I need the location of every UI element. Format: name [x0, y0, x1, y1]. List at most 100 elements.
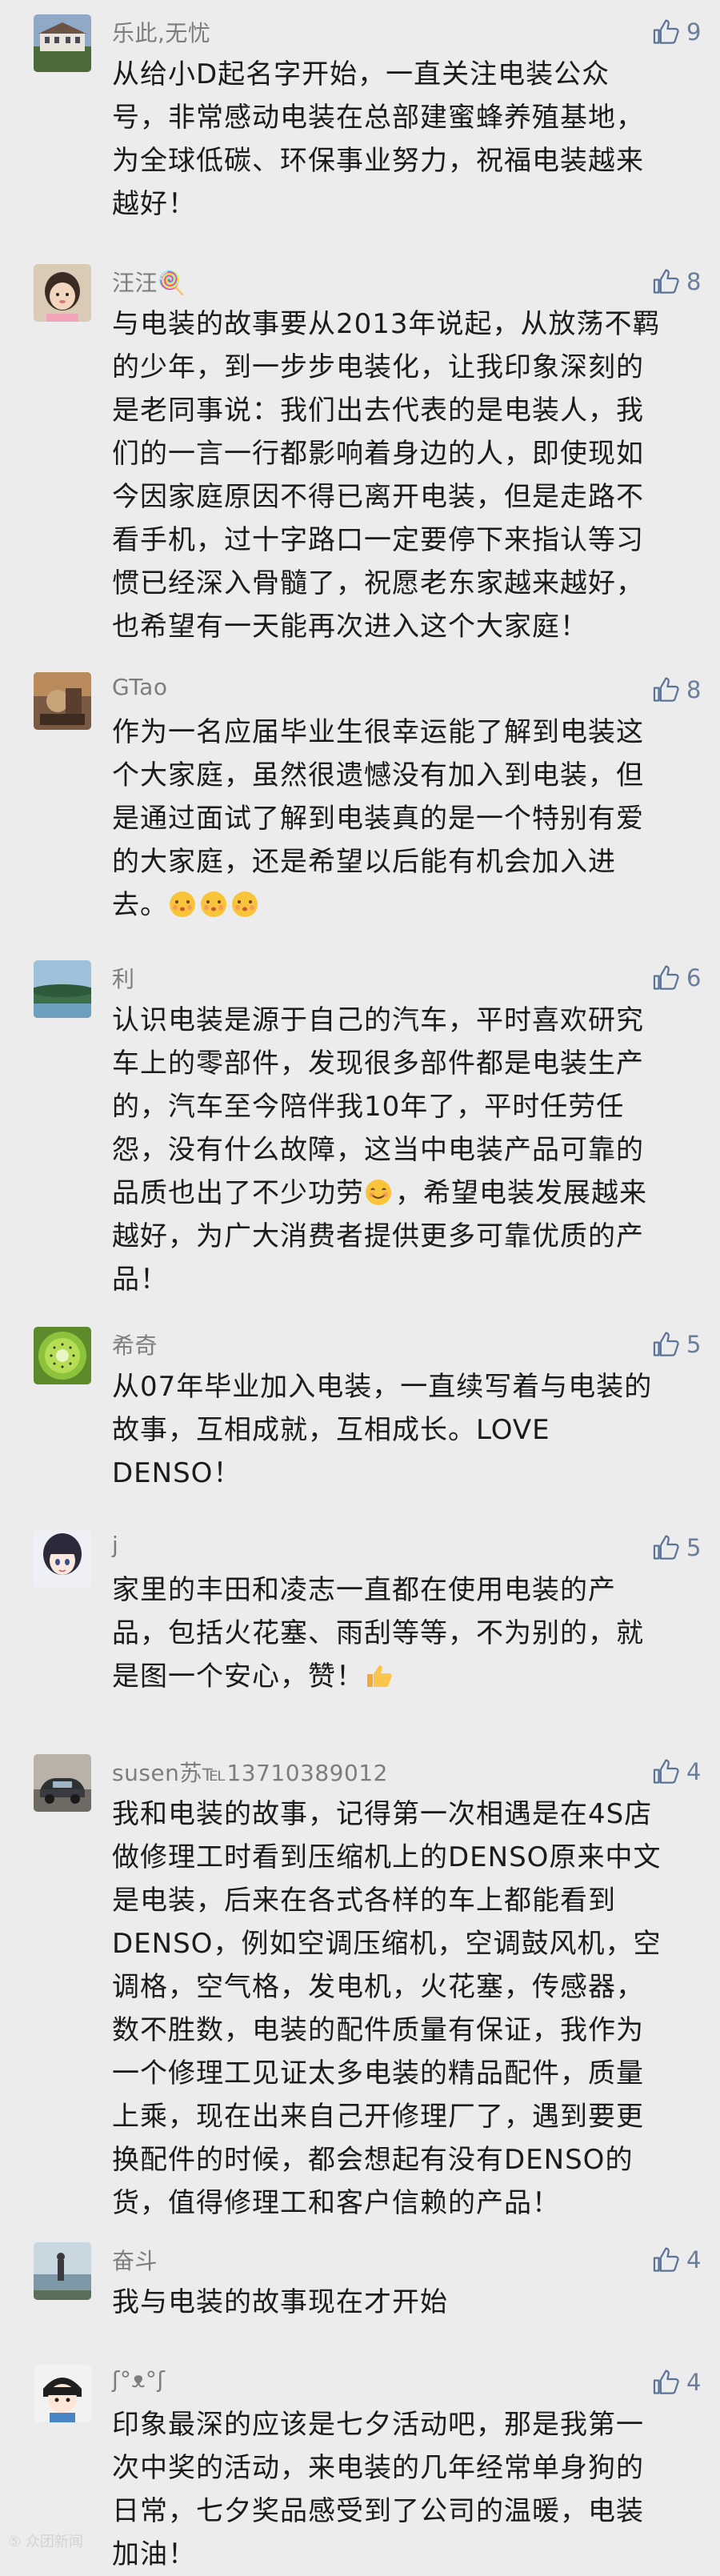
- comment-line: 我与电装的故事现在才开始: [112, 2286, 448, 2318]
- comment-line: 越好！: [112, 188, 196, 220]
- comment-text: 认识电装是源于自己的汽车，平时喜欢研究 车上的零部件，发现很多部件都是电装生产 …: [112, 999, 688, 1301]
- like-count: 5: [686, 1534, 702, 1561]
- building-photo-avatar: [34, 14, 91, 72]
- like-count: 5: [686, 1331, 702, 1358]
- comment-line-with-emoji: 去。: [112, 883, 688, 927]
- comment-text: 我和电装的故事，记得第一次相遇是在4S店 做修理工时看到压缩机上的DENSO原来…: [112, 1793, 688, 2225]
- thumbs-up-icon: [653, 2370, 679, 2394]
- thumbs-up-icon: [653, 269, 679, 294]
- comment-line: 惯已经深入骨髓了，祝愿老东家越来越好，: [112, 567, 644, 599]
- kiwi-avatar: [34, 1327, 91, 1384]
- comment-line: 数不胜数，电装的配件质量有保证，我作为: [112, 2014, 644, 2046]
- comment-text: 与电装的故事要从2013年说起，从放荡不羁 的少年，到一步步电装化，让我印象深刻…: [112, 302, 688, 648]
- comment-line: 调格，空气格，发电机，火花塞，传感器，: [112, 1971, 644, 2003]
- smiling-face-emoji-icon: [366, 1180, 391, 1205]
- thumbs-up-icon: [653, 1759, 679, 1784]
- like-button[interactable]: 5: [651, 1532, 704, 1564]
- comment-line: 越好，为广大消费者提供更多可靠优质的产: [112, 1220, 644, 1252]
- kissing-face-emoji-icon: [201, 891, 226, 917]
- comment-line: 品，包括火花塞、雨刮等等，不为别的，就: [112, 1617, 644, 1649]
- avatar[interactable]: [34, 1530, 91, 1588]
- avatar[interactable]: [34, 1754, 91, 1812]
- like-button[interactable]: 6: [651, 962, 704, 994]
- comment-line: 认识电装是源于自己的汽车，平时喜欢研究: [112, 1004, 644, 1036]
- comment-line: DENSO，例如空调压缩机，空调鼓风机，空: [112, 1928, 662, 1960]
- comment-line: 今因家庭原因不得已离开电装，但是走路不: [112, 481, 644, 513]
- avatar[interactable]: [34, 264, 91, 322]
- comment-line: 们的一言一行都影响着身边的人，即使现如: [112, 438, 644, 470]
- comment-line: 看手机，过十字路口一定要停下来指认等习: [112, 524, 644, 556]
- comment-line: DENSO！: [112, 1457, 242, 1489]
- comment-line: 上乘，现在出来自己开修理厂了，遇到要更: [112, 2101, 644, 2133]
- comment-line: 品！: [112, 1264, 168, 1296]
- like-count: 8: [686, 268, 702, 295]
- kissing-face-emoji-icon: [170, 891, 195, 917]
- thumbs-up-icon: [653, 1332, 679, 1356]
- comment-text: 从给小D起名字开始，一直关注电装公众 号，非常感动电装在总部建蜜蜂养殖基地， 为…: [112, 53, 688, 226]
- comment-line-with-emoji: 品质也出了不少功劳 ，希望电装发展越来: [112, 1177, 647, 1209]
- artwork-avatar: [34, 672, 91, 730]
- comment-line: 我和电装的故事，记得第一次相遇是在4S店: [112, 1798, 653, 1830]
- username[interactable]: ʃ°ᴥ°ʃ: [112, 2366, 165, 2393]
- comment-line: 货，值得修理工和客户信赖的产品！: [112, 2187, 560, 2219]
- like-button[interactable]: 8: [651, 674, 704, 706]
- comment-line: 号，非常感动电装在总部建蜜蜂养殖基地，: [112, 102, 644, 134]
- landscape-avatar: [34, 960, 91, 1018]
- comment-line: 是通过面试了解到电装真的是一个特别有爱: [112, 803, 644, 835]
- lakeside-avatar: [34, 2242, 91, 2300]
- comment-line: 也希望有一天能再次进入这个大家庭！: [112, 611, 588, 643]
- comment-text: 印象最深的应该是七夕活动吧，那是我第一 次中奖的活动，来电装的几年经常单身狗的 …: [112, 2403, 688, 2576]
- avatar[interactable]: [34, 1327, 91, 1384]
- thumbs-up-icon: [653, 1535, 679, 1560]
- like-button[interactable]: 9: [651, 16, 704, 48]
- comment-line: 是电装，后来在各式各样的车上都能看到: [112, 1885, 616, 1917]
- avatar[interactable]: [34, 14, 91, 72]
- username[interactable]: susen苏℡13710389012: [112, 1756, 388, 1788]
- comment-line: 车上的零部件，发现很多部件都是电装生产: [112, 1048, 644, 1080]
- watermark: ⑤ 众团新闻: [8, 2534, 83, 2550]
- comment-line: 的，汽车至今陪伴我10年了，平时任劳任: [112, 1091, 625, 1123]
- avatar[interactable]: [34, 2365, 91, 2422]
- username[interactable]: 奋斗: [112, 2244, 158, 2276]
- avatar[interactable]: [34, 2242, 91, 2300]
- comment-text: 从07年毕业加入电装，一直续写着与电装的 故事，互相成就，互相成长。LOVE D…: [112, 1365, 688, 1495]
- username[interactable]: GTao: [112, 674, 167, 700]
- username[interactable]: j: [112, 1532, 118, 1558]
- like-button[interactable]: 4: [651, 2244, 704, 2276]
- username[interactable]: 希奇: [112, 1328, 158, 1360]
- comment-line: 换配件的时候，都会想起有没有DENSO的: [112, 2144, 634, 2176]
- like-button[interactable]: 8: [651, 266, 704, 298]
- cartoon-avatar: [34, 2365, 91, 2422]
- comment-text: 我与电装的故事现在才开始: [112, 2281, 688, 2324]
- comment-text: 家里的丰田和凌志一直都在使用电装的产 品，包括火花塞、雨刮等等，不为别的，就 是…: [112, 1568, 688, 1698]
- username[interactable]: 利: [112, 962, 135, 994]
- like-count: 4: [686, 2369, 702, 2396]
- avatar[interactable]: [34, 672, 91, 730]
- comment-line: 次中奖的活动，来电装的几年经常单身狗的: [112, 2452, 644, 2484]
- comment-line: 为全球低碳、环保事业努力，祝福电装越来: [112, 145, 644, 177]
- thumbs-up-icon: [653, 677, 679, 702]
- comment-list: 乐此,无忧 9 从给小D起名字开始，一直关注电装公众 号，非常感动电装在总部建蜜…: [0, 0, 720, 2570]
- like-button[interactable]: 4: [651, 1756, 704, 1788]
- comment-line: 一个修理工见证太多电装的精品配件，质量: [112, 2057, 644, 2089]
- comment-line-with-emoji: 是图一个安心，赞！: [112, 1655, 688, 1698]
- child-photo-avatar: [34, 264, 91, 322]
- comment-text: 作为一名应届毕业生很幸运能了解到电装这 个大家庭，虽然很遗憾没有加入到电装，但 …: [112, 711, 688, 927]
- thumbs-up-icon: [653, 2247, 679, 2272]
- comment-line: 是老同事说：我们出去代表的是电装人，我: [112, 395, 644, 427]
- comment-line: 的大家庭，还是希望以后能有机会加入进: [112, 846, 616, 878]
- avatar[interactable]: [34, 960, 91, 1018]
- like-button[interactable]: 5: [651, 1328, 704, 1360]
- anime-girl-avatar: [34, 1530, 91, 1588]
- username[interactable]: 汪汪🍭: [112, 266, 186, 298]
- username[interactable]: 乐此,无忧: [112, 16, 210, 48]
- thumbs-up-emoji-icon: [367, 1665, 392, 1687]
- comment-line: 故事，互相成就，互相成长。LOVE: [112, 1414, 550, 1446]
- like-count: 9: [686, 18, 702, 46]
- comment-line: 从07年毕业加入电装，一直续写着与电装的: [112, 1371, 653, 1403]
- comment-line: 个大家庭，虽然很遗憾没有加入到电装，但: [112, 759, 644, 791]
- comment-line: 的少年，到一步步电装化，让我印象深刻的: [112, 351, 644, 383]
- thumbs-up-icon: [653, 965, 679, 990]
- comment-line: 作为一名应届毕业生很幸运能了解到电装这: [112, 716, 644, 748]
- like-button[interactable]: 4: [651, 2366, 704, 2398]
